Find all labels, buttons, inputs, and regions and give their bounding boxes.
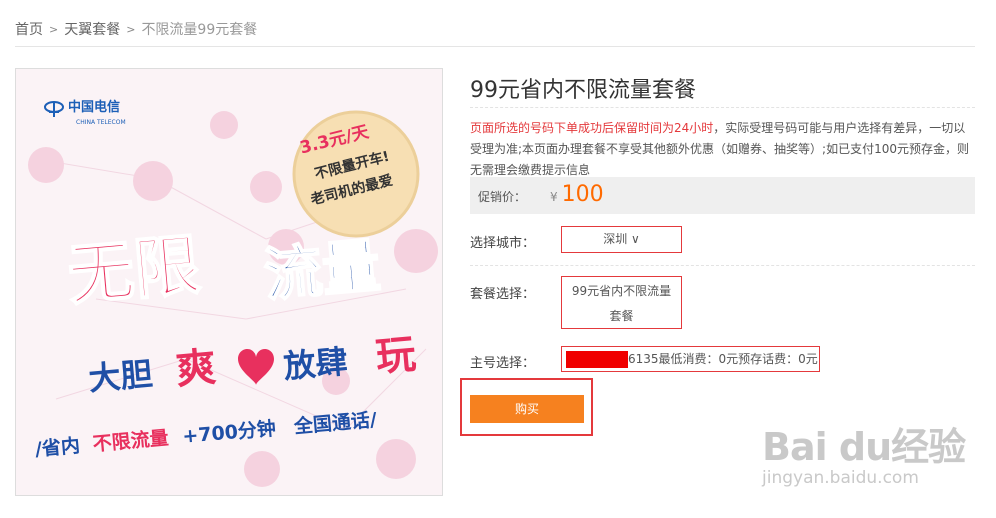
- redacted-number: [566, 351, 628, 368]
- breadcrumb-separator: >: [126, 22, 136, 36]
- package-option[interactable]: 99元省内不限流量套餐: [561, 276, 682, 329]
- order-notice: 页面所选的号码下单成功后保留时间为24小时，实际受理号码可能与用户选择有差异，一…: [470, 118, 970, 181]
- bottom-part1: /省内: [34, 434, 81, 461]
- number-select[interactable]: 6135最低消费：0元预存话费：0元: [561, 346, 820, 372]
- number-label: 主号选择：: [470, 356, 536, 371]
- city-select[interactable]: 深圳 ∨: [561, 226, 682, 253]
- price-label: 促销价：: [478, 190, 527, 204]
- product-title: 99元省内不限流量套餐: [470, 78, 696, 103]
- watermark-url: jingyan.baidu.com: [762, 468, 919, 488]
- price-row: 促销价： ¥100: [470, 177, 975, 214]
- breadcrumb-category-link[interactable]: 天翼套餐: [64, 19, 120, 39]
- package-label: 套餐选择：: [470, 287, 536, 302]
- product-poster-image: 中国电信 CHINA TELECOM 3.3元/天 不限量开车! 老司机的最爱 …: [15, 68, 443, 496]
- currency-symbol: ¥: [550, 190, 558, 204]
- baidu-jingyan-watermark: Bai du经验 jingyan.baidu.com: [762, 408, 976, 498]
- price-value: ¥100: [550, 182, 604, 207]
- brand-cn: 中国电信: [68, 99, 120, 115]
- breadcrumb-current: 不限流量99元套餐: [141, 22, 258, 38]
- breadcrumb-separator: >: [49, 22, 59, 36]
- watermark-logo-text: Bai du经验: [762, 425, 966, 469]
- brand-en: CHINA TELECOM: [76, 119, 126, 126]
- divider: [470, 265, 975, 266]
- price-number: 100: [561, 182, 604, 207]
- headline-part2: 流量: [261, 232, 383, 310]
- notice-highlight: 页面所选的号码下单成功后保留时间为24小时: [470, 121, 714, 135]
- slogan-part4: 玩: [374, 331, 418, 380]
- slogan-part1: 大胆: [87, 355, 154, 398]
- number-details: 6135最低消费：0元预存话费：0元: [628, 352, 818, 366]
- city-label: 选择城市：: [470, 236, 536, 251]
- slogan-part2: 爽: [174, 344, 218, 393]
- breadcrumb-home-link[interactable]: 首页: [15, 19, 43, 39]
- header-divider: [15, 46, 975, 47]
- headline-part1: 无限: [65, 226, 203, 314]
- divider: [470, 107, 975, 108]
- breadcrumb: 首页 > 天翼套餐 > 不限流量99元套餐: [15, 19, 257, 39]
- price-badge: 3.3元/天 不限量开车! 老司机的最爱: [292, 110, 420, 238]
- slogan-part3: 放肆: [282, 342, 349, 385]
- buy-button[interactable]: 购买: [470, 395, 584, 423]
